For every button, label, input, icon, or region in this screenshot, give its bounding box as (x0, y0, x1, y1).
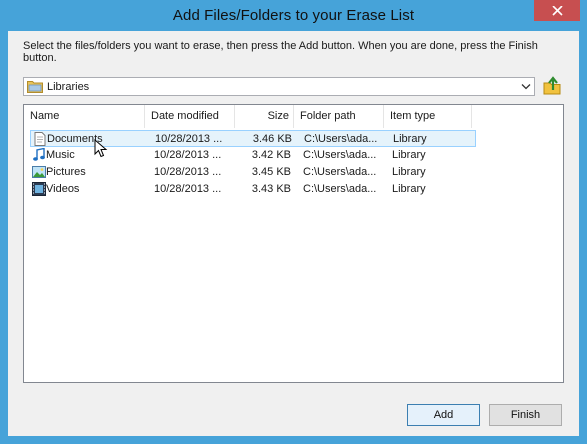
row-type: Library (393, 133, 427, 145)
pictures-library-icon (32, 166, 46, 178)
row-date: 10/28/2013 ... (154, 166, 222, 178)
location-combobox[interactable]: Libraries (23, 77, 535, 96)
row-size: 3.42 KB (251, 149, 291, 161)
row-path: C:\Users\ada... (303, 149, 377, 161)
list-item[interactable]: Videos 10/28/2013 ... 3.43 KB C:\Users\a… (30, 181, 476, 198)
row-type: Library (392, 166, 426, 178)
title-bar[interactable]: Add Files/Folders to your Erase List (0, 0, 587, 31)
column-header-size[interactable]: Size (235, 105, 294, 128)
close-icon (551, 5, 563, 16)
row-size: 3.45 KB (251, 166, 291, 178)
row-type: Library (392, 183, 426, 195)
window-title: Add Files/Folders to your Erase List (172, 7, 415, 24)
column-header-item-type[interactable]: Item type (384, 105, 472, 128)
music-library-icon (33, 148, 45, 161)
list-item[interactable]: Pictures 10/28/2013 ... 3.45 KB C:\Users… (30, 164, 476, 181)
folder-icon (27, 81, 43, 93)
row-name: Pictures (46, 166, 86, 178)
instruction-text: Select the files/folders you want to era… (23, 40, 538, 64)
row-path: C:\Users\ada... (304, 133, 378, 145)
list-header: Name Date modified Size Folder path Item… (24, 105, 563, 128)
column-header-name[interactable]: Name (24, 105, 145, 128)
mouse-cursor-icon (94, 139, 108, 158)
up-folder-icon[interactable] (543, 75, 561, 95)
chevron-down-icon[interactable] (521, 81, 531, 92)
videos-library-icon (32, 182, 46, 196)
row-date: 10/28/2013 ... (154, 149, 222, 161)
row-path: C:\Users\ada... (303, 183, 377, 195)
location-value: Libraries (47, 81, 90, 93)
dialog-content: Select the files/folders you want to era… (8, 31, 579, 436)
dialog-window: Add Files/Folders to your Erase List Sel… (0, 0, 587, 444)
row-size: 3.46 KB (252, 133, 292, 145)
add-button[interactable]: Add (407, 404, 480, 426)
finish-button[interactable]: Finish (489, 404, 562, 426)
row-path: C:\Users\ada... (303, 166, 377, 178)
row-date: 10/28/2013 ... (154, 183, 222, 195)
row-date: 10/28/2013 ... (155, 133, 223, 145)
row-size: 3.43 KB (251, 183, 291, 195)
row-name: Videos (46, 183, 80, 195)
documents-library-icon (34, 132, 46, 146)
close-button[interactable] (534, 0, 580, 21)
column-header-date-modified[interactable]: Date modified (145, 105, 235, 128)
column-header-folder-path[interactable]: Folder path (294, 105, 384, 128)
row-type: Library (392, 149, 426, 161)
